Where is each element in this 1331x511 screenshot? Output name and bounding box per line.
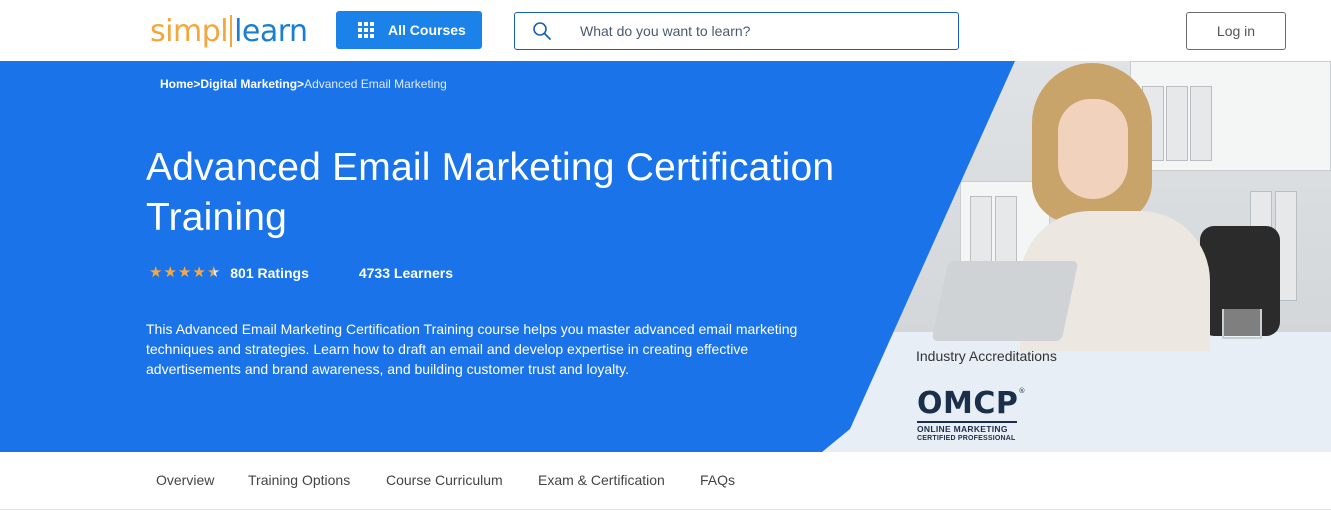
omcp-logo-rule bbox=[917, 421, 1017, 423]
star-icon: ★ bbox=[163, 264, 177, 281]
accreditations-label: Industry Accreditations bbox=[916, 348, 1057, 364]
site-header: simpllearn All Courses Log in bbox=[0, 0, 1331, 61]
breadcrumb-separator: > bbox=[297, 77, 305, 91]
tab-overview[interactable]: Overview bbox=[156, 472, 214, 488]
rating-row: ★ ★ ★ ★ ★ 801 Ratings 4733 Learners bbox=[149, 265, 454, 282]
tab-exam-certification[interactable]: Exam & Certification bbox=[538, 472, 665, 488]
registered-mark: ® bbox=[1018, 387, 1026, 395]
course-tabs: Overview Training Options Course Curricu… bbox=[0, 452, 1331, 510]
person-face bbox=[1058, 99, 1128, 199]
omcp-logo-text: OMCP bbox=[917, 386, 1019, 421]
breadcrumb: Home>Digital Marketing>Advanced Email Ma… bbox=[160, 77, 447, 91]
logo-divider bbox=[230, 15, 233, 47]
ratings-count: 801 Ratings bbox=[230, 265, 309, 281]
all-courses-button[interactable]: All Courses bbox=[336, 11, 482, 49]
omcp-logo-line1: ONLINE MARKETING bbox=[917, 424, 1008, 434]
search-icon[interactable] bbox=[532, 21, 552, 41]
omcp-logo-wordmark: OMCP® bbox=[917, 375, 1027, 420]
grid-icon bbox=[358, 22, 374, 38]
breadcrumb-home[interactable]: Home bbox=[160, 77, 193, 91]
half-star-icon: ★ bbox=[206, 264, 221, 281]
simplilearn-logo[interactable]: simpl learn bbox=[150, 12, 308, 52]
binder bbox=[1190, 86, 1212, 161]
glass bbox=[1222, 309, 1262, 339]
course-title: Advanced Email Marketing Certification T… bbox=[146, 146, 835, 239]
star-icon: ★ bbox=[149, 264, 163, 281]
tab-training-options[interactable]: Training Options bbox=[248, 472, 350, 488]
course-description: This Advanced Email Marketing Certificat… bbox=[146, 321, 798, 377]
star-rating: ★ ★ ★ ★ ★ bbox=[149, 265, 220, 281]
tab-course-curriculum[interactable]: Course Curriculum bbox=[386, 472, 503, 488]
omcp-logo-line2: CERTIFIED PROFESSIONAL bbox=[917, 435, 1016, 442]
login-button[interactable]: Log in bbox=[1186, 12, 1286, 50]
breadcrumb-category[interactable]: Digital Marketing bbox=[200, 77, 297, 91]
laptop bbox=[931, 261, 1079, 341]
learners-count: 4733 Learners bbox=[358, 265, 454, 281]
binder bbox=[1166, 86, 1188, 161]
omcp-logo: OMCP® ONLINE MARKETING CERTIFIED PROFESS… bbox=[917, 375, 1027, 443]
search-input[interactable] bbox=[580, 23, 940, 39]
logo-text-simpl: simpl bbox=[150, 14, 229, 49]
search-bar[interactable] bbox=[514, 12, 959, 50]
all-courses-label: All Courses bbox=[388, 22, 466, 38]
breadcrumb-current: Advanced Email Marketing bbox=[304, 77, 447, 91]
course-hero: Home>Digital Marketing>Advanced Email Ma… bbox=[0, 61, 1331, 452]
star-icon: ★ bbox=[177, 264, 192, 281]
tab-faqs[interactable]: FAQs bbox=[700, 472, 735, 488]
star-icon: ★ bbox=[192, 264, 206, 281]
logo-text-learn: learn bbox=[234, 14, 308, 49]
